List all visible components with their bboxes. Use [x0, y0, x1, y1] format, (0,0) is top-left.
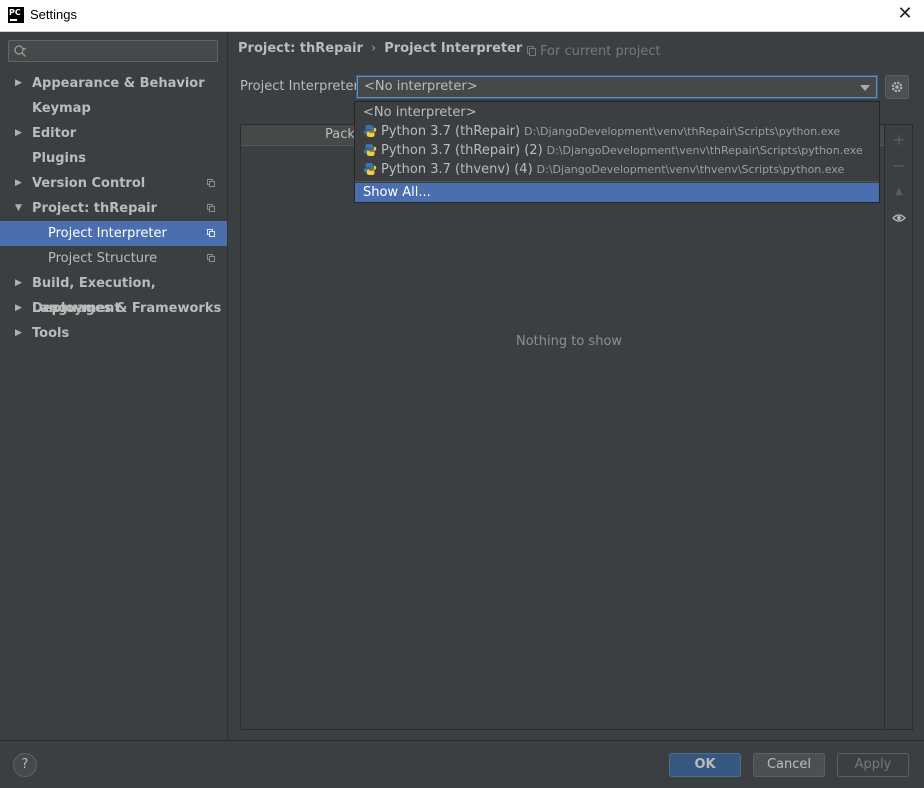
sidebar-item-label: Project Structure [48, 251, 158, 266]
sidebar-item-label: Project Interpreter [48, 226, 167, 241]
sidebar-item-label: Editor [32, 126, 77, 141]
sidebar-item-label: Appearance & Behavior [32, 76, 205, 91]
apply-button[interactable]: Apply [837, 753, 909, 777]
python-icon [363, 163, 377, 175]
expand-arrow-icon[interactable]: ▶ [15, 71, 22, 96]
sidebar-item-keymap[interactable]: Keymap [0, 96, 227, 121]
sidebar-item-project-structure[interactable]: Project Structure [0, 246, 227, 271]
expand-arrow-icon[interactable]: ▶ [15, 321, 22, 346]
sidebar-item-label: Keymap [32, 101, 91, 116]
sidebar-item-project-interpreter[interactable]: Project Interpreter [0, 221, 227, 246]
sidebar-item-editor[interactable]: ▶ Editor [0, 121, 227, 146]
expand-arrow-icon[interactable]: ▶ [15, 171, 22, 196]
option-path: D:\DjangoDevelopment\venv\thRepair\Scrip… [524, 125, 841, 138]
project-interpreter-combobox[interactable]: <No interpreter> [357, 76, 877, 98]
scope-note: For current project [527, 44, 661, 59]
sidebar-item-label: Tools [32, 326, 70, 341]
settings-sidebar: ▶ Appearance & Behavior Keymap ▶ Editor … [0, 32, 228, 740]
app-logo-text: PC [9, 8, 21, 17]
option-path: D:\DjangoDevelopment\venv\thRepair\Scrip… [546, 144, 863, 157]
upgrade-package-icon[interactable]: ▲ [890, 183, 908, 201]
scope-note-text: For current project [540, 44, 661, 59]
project-interpreter-label: Project Interpreter: [240, 79, 364, 94]
project-scope-icon [527, 46, 536, 56]
interpreter-option[interactable]: Python 3.7 (thRepair) (2) D:\DjangoDevelo… [355, 141, 879, 160]
sidebar-item-label: Version Control [32, 176, 146, 191]
pycharm-logo-icon: PC [8, 7, 24, 23]
breadcrumb-parent[interactable]: Project: thRepair [238, 41, 363, 56]
interpreter-dropdown-list: <No interpreter> Python 3.7 (thRepair) D:… [354, 101, 880, 203]
option-name: Show All... [363, 185, 431, 200]
settings-search-input[interactable] [8, 40, 218, 62]
expand-arrow-icon[interactable]: ▶ [15, 121, 22, 146]
add-package-icon[interactable]: + [890, 131, 908, 149]
window-title: Settings [30, 7, 77, 22]
expand-arrow-icon[interactable]: ▶ [15, 271, 22, 296]
python-icon [363, 125, 377, 137]
project-scope-icon [207, 229, 215, 237]
chevron-down-icon[interactable] [860, 85, 870, 91]
option-name: Python 3.7 (thRepair) [381, 124, 521, 139]
sidebar-item-label: Languages & Frameworks [32, 301, 222, 316]
gear-icon [891, 81, 903, 93]
option-path: D:\DjangoDevelopment\venv\thvenv\Scripts… [536, 163, 845, 176]
breadcrumb: Project: thRepair › Project Interpreter [238, 41, 522, 56]
eye-icon[interactable] [890, 209, 908, 227]
option-name: Python 3.7 (thvenv) (4) [381, 162, 533, 177]
expand-arrow-icon[interactable]: ▶ [15, 296, 22, 321]
sidebar-item-languages-frameworks[interactable]: ▶ Languages & Frameworks [0, 296, 227, 321]
ok-button[interactable]: OK [669, 753, 741, 777]
option-name: Python 3.7 (thRepair) (2) [381, 143, 543, 158]
sidebar-item-version-control[interactable]: ▶ Version Control [0, 171, 227, 196]
cancel-button[interactable]: Cancel [753, 753, 825, 777]
project-scope-icon [207, 179, 215, 187]
footer-divider [0, 740, 924, 741]
dropdown-divider [355, 181, 879, 182]
sidebar-item-tools[interactable]: ▶ Tools [0, 321, 227, 346]
interpreter-option[interactable]: Python 3.7 (thRepair) D:\DjangoDevelopmen… [355, 122, 879, 141]
search-icon [14, 45, 27, 57]
python-icon [363, 144, 377, 156]
interpreter-option[interactable]: <No interpreter> [355, 103, 879, 122]
sidebar-item-appearance-behavior[interactable]: ▶ Appearance & Behavior [0, 71, 227, 96]
sidebar-item-label: Plugins [32, 151, 86, 166]
collapse-arrow-icon[interactable]: ▼ [15, 196, 22, 221]
option-name: <No interpreter> [363, 105, 477, 120]
sidebar-item-project-threpair[interactable]: ▼ Project: thRepair [0, 196, 227, 221]
close-icon[interactable]: ✕ [894, 3, 916, 25]
project-scope-icon [207, 204, 215, 212]
sidebar-item-build-execution-deployment[interactable]: ▶ Build, Execution, Deployment [0, 271, 227, 316]
interpreter-settings-button[interactable] [885, 75, 909, 99]
remove-package-icon[interactable]: − [890, 157, 908, 175]
interpreter-option[interactable]: Python 3.7 (thvenv) (4) D:\DjangoDevelopm… [355, 160, 879, 179]
combobox-selected-value: <No interpreter> [364, 79, 478, 94]
help-button[interactable]: ? [13, 753, 37, 777]
packages-table[interactable]: Packa Nothing to show [240, 124, 885, 730]
project-scope-icon [207, 254, 215, 262]
breadcrumb-current: Project Interpreter [384, 41, 523, 56]
sidebar-item-label: Project: thRepair [32, 201, 158, 216]
breadcrumb-separator: › [371, 41, 377, 56]
show-all-option[interactable]: Show All... [355, 183, 879, 202]
sidebar-item-plugins[interactable]: Plugins [0, 146, 227, 171]
packages-toolbar: + − ▲ [885, 124, 913, 730]
window-title-bar: PC Settings ✕ [0, 0, 924, 32]
empty-state-text: Nothing to show [516, 334, 623, 349]
